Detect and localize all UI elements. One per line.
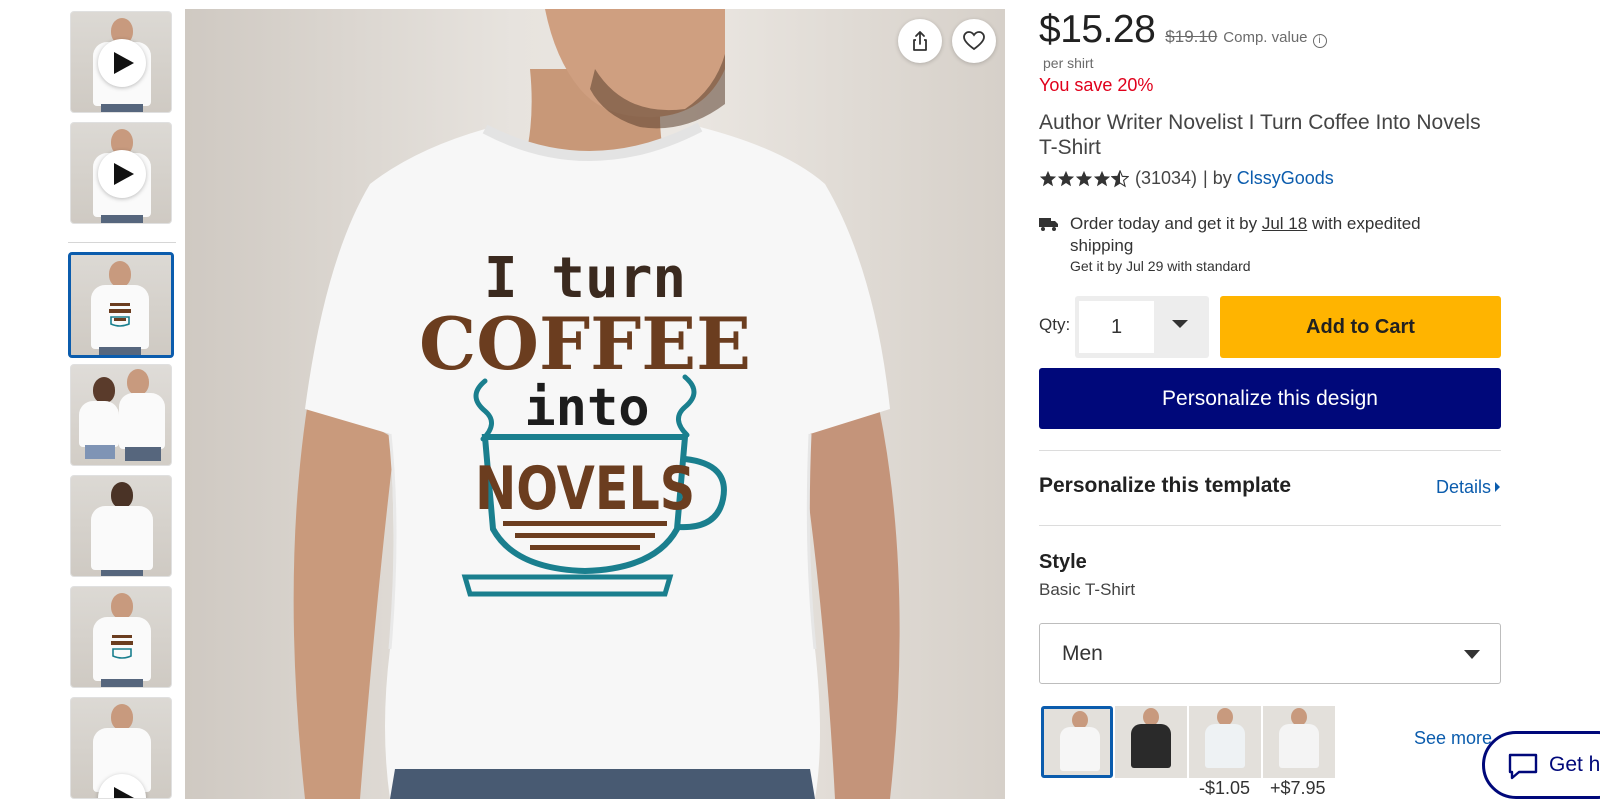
- model-head-back: [111, 482, 133, 508]
- star-half-icon: [1111, 169, 1129, 187]
- thumbnail-front-print[interactable]: [68, 252, 174, 358]
- details-link-label: Details: [1436, 477, 1492, 497]
- by-label: | by: [1203, 168, 1232, 188]
- model-jeans: [125, 447, 161, 461]
- play-icon[interactable]: [98, 39, 146, 87]
- thumbnail-rail: [68, 0, 176, 799]
- shipping-prefix: Order today and get it by: [1070, 214, 1258, 233]
- caret-right-icon: [1495, 482, 1501, 492]
- model-head-woman: [93, 377, 115, 403]
- main-product-image[interactable]: I turn COFFEE into NOVELS: [185, 9, 1005, 799]
- divider: [1039, 525, 1501, 526]
- personalize-design-button[interactable]: Personalize this design: [1039, 368, 1501, 429]
- help-chat-button[interactable]: Get he: [1482, 731, 1600, 799]
- model-shirt-woman: [79, 401, 119, 447]
- star-icon: [1057, 170, 1075, 186]
- chevron-down-icon[interactable]: [1172, 320, 1188, 328]
- swatch-price: -$1.05: [1199, 778, 1251, 798]
- designer-link[interactable]: ClssyGoods: [1237, 168, 1334, 189]
- see-more-link[interactable]: See more: [1414, 728, 1492, 749]
- mini-print-graphic: [109, 303, 131, 327]
- swatch-shirt: [1060, 727, 1100, 771]
- swatch-shirt: [1205, 724, 1245, 768]
- jeans: [390, 769, 815, 799]
- model-jeans: [101, 104, 143, 112]
- truck-icon: [1039, 218, 1058, 231]
- thumbnail-back[interactable]: [70, 475, 172, 577]
- model-jeans: [101, 215, 143, 223]
- model-head: [109, 261, 131, 287]
- favorite-button[interactable]: [952, 19, 996, 63]
- heart-icon: [963, 31, 985, 51]
- shipping-date[interactable]: Jul 18: [1262, 214, 1307, 233]
- star-icon: [1039, 170, 1057, 186]
- swatch-shirt: [1279, 724, 1319, 768]
- thumbnail-couple[interactable]: [70, 364, 172, 466]
- price-row: $15.28 $19.10 Comp. value i: [1039, 8, 1327, 52]
- chevron-down-icon: [1464, 650, 1480, 659]
- share-button[interactable]: [898, 19, 942, 63]
- print-line-2: COFFEE: [419, 301, 751, 386]
- model-shirt: [91, 506, 153, 570]
- model-jeans: [101, 679, 143, 687]
- thumbnail-video-1[interactable]: [70, 11, 172, 113]
- mini-print-graphic: [111, 635, 133, 659]
- comp-value-label: Comp. value: [1223, 29, 1308, 46]
- print-line-3: into: [524, 378, 649, 438]
- style-swatch-black-basic[interactable]: [1115, 706, 1187, 778]
- left-arm: [293, 389, 395, 799]
- print-line-4: NOVELS: [475, 453, 695, 523]
- qty-input[interactable]: [1079, 301, 1154, 353]
- swatch-shirt: [1131, 724, 1171, 768]
- model-jeans: [101, 570, 143, 576]
- fit-select-value: Men: [1062, 642, 1103, 665]
- style-swatch-light-tee[interactable]: [1189, 706, 1261, 778]
- rating-row: (31034) | by ClssyGoods: [1039, 168, 1334, 189]
- share-icon: [913, 31, 927, 51]
- thumbnail-divider: [68, 242, 176, 243]
- star-icon: [1075, 170, 1093, 186]
- model-head: [111, 704, 133, 730]
- help-label: Get he: [1549, 753, 1600, 776]
- model-head: [111, 593, 133, 619]
- rating-stars[interactable]: [1039, 169, 1129, 188]
- info-icon[interactable]: i: [1312, 34, 1327, 48]
- add-to-cart-button[interactable]: Add to Cart: [1220, 296, 1501, 358]
- play-icon[interactable]: [98, 150, 146, 198]
- price: $15.28: [1039, 8, 1156, 51]
- thumbnail-video-3[interactable]: [70, 697, 172, 799]
- chat-icon: [1508, 753, 1538, 780]
- personalize-template-heading: Personalize this template: [1039, 474, 1292, 497]
- style-heading: Style: [1039, 551, 1087, 573]
- model-shirt-man: [119, 393, 165, 449]
- thumbnail-front-print-2[interactable]: [70, 586, 172, 688]
- review-count[interactable]: (31034): [1135, 168, 1197, 189]
- price-unit: per shirt: [1043, 55, 1094, 71]
- standard-shipping-text: Get it by Jul 29 with standard: [1070, 258, 1251, 274]
- expedited-shipping-text: Order today and get it by Jul 18 with ex…: [1070, 213, 1470, 257]
- star-icon: [1093, 170, 1111, 186]
- style-swatch-white-premium[interactable]: [1263, 706, 1335, 778]
- fit-select[interactable]: Men: [1039, 623, 1501, 684]
- tshirt-photo: I turn COFFEE into NOVELS: [293, 9, 900, 799]
- style-value: Basic T-Shirt: [1039, 580, 1136, 599]
- divider: [1039, 450, 1501, 451]
- model-jeans: [85, 445, 115, 459]
- swatch-price: +$7.95: [1270, 778, 1326, 798]
- savings-text: You save 20%: [1039, 75, 1154, 95]
- model-head-man: [127, 369, 149, 395]
- thumbnail-video-2[interactable]: [70, 122, 172, 224]
- style-swatch-white-basic[interactable]: [1041, 706, 1113, 778]
- comp-price: $19.10: [1165, 27, 1218, 46]
- product-title: Author Writer Novelist I Turn Coffee Int…: [1039, 111, 1481, 159]
- model-jeans: [99, 347, 141, 355]
- qty-label: Qty:: [1039, 315, 1071, 334]
- details-link[interactable]: Details: [1436, 477, 1501, 498]
